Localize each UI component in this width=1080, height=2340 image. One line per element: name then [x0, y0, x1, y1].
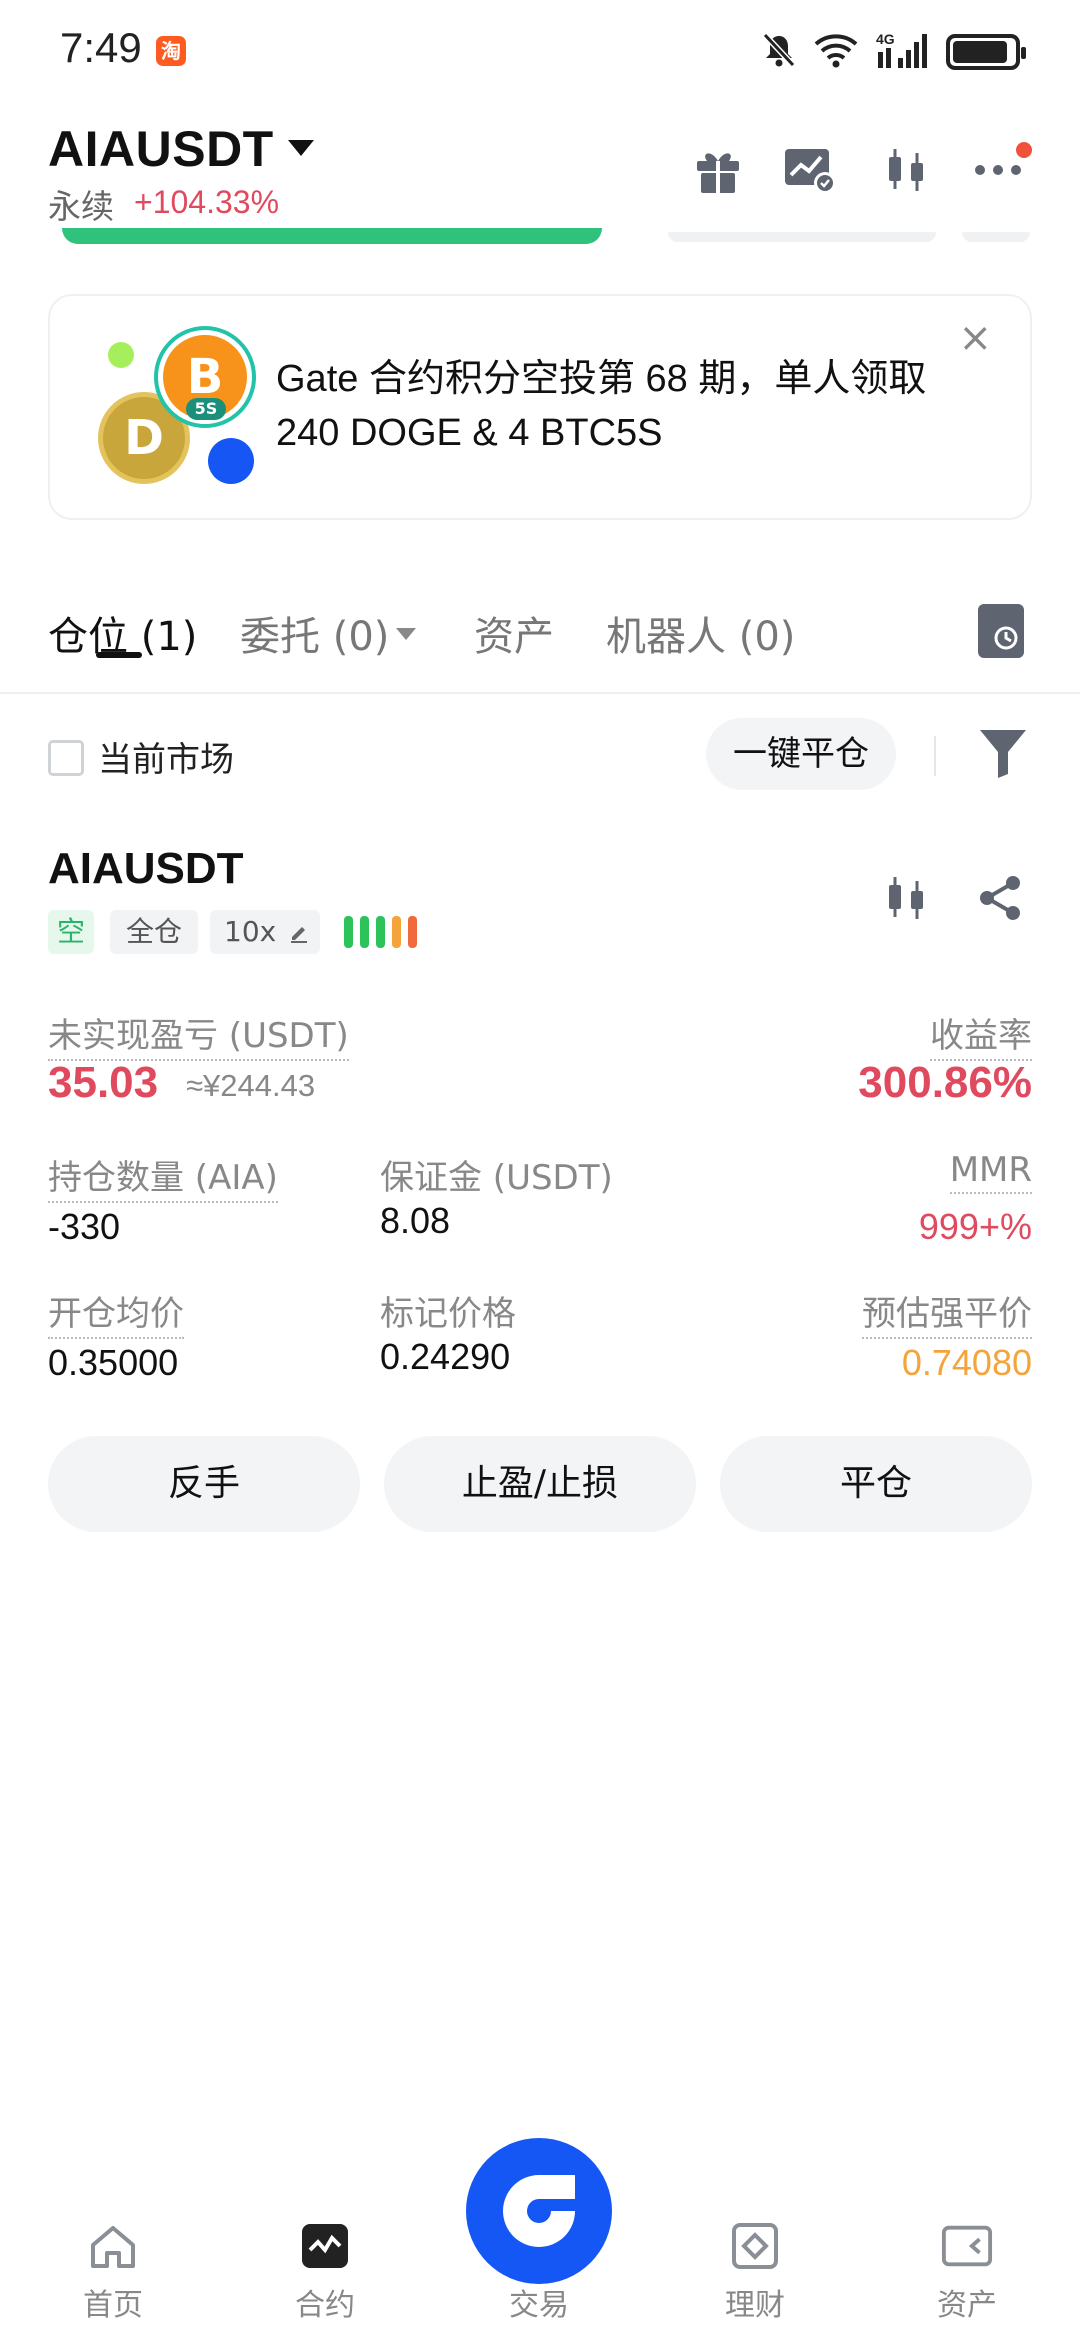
nav-home-label: 首页	[83, 2288, 143, 2323]
nav-wallet-label: 资产	[937, 2288, 997, 2323]
gift-icon[interactable]	[688, 140, 748, 200]
candlestick-chart-icon[interactable]	[876, 140, 936, 200]
price-change-percent: +104.33%	[134, 184, 280, 220]
caret-down-icon[interactable]	[288, 140, 314, 156]
nav-earn[interactable]: 理财	[680, 2220, 830, 2324]
taobao-notification-icon: 淘	[156, 36, 186, 66]
btc5s-tag: 5S	[186, 398, 226, 420]
tp-sl-button[interactable]: 止盈/止损	[384, 1436, 696, 1532]
network-type-label: 4G	[876, 31, 895, 47]
nav-earn-label: 理财	[725, 2288, 785, 2323]
decor-bubble-green	[108, 342, 134, 368]
position-chart-icon[interactable]	[876, 868, 936, 928]
tab-positions-count: (1)	[140, 614, 198, 660]
status-time: 7:49	[60, 24, 142, 71]
tab-active-indicator	[96, 652, 142, 658]
leverage-badge[interactable]: 10x	[210, 910, 320, 954]
tab-orders[interactable]: 委托 (0)	[240, 604, 389, 662]
wallet-icon	[941, 2220, 993, 2272]
battery-icon	[946, 34, 1026, 70]
liquidation-price-value: 0.74080	[901, 1342, 1032, 1383]
liquidation-price-label[interactable]: 预估强平价	[862, 1286, 1032, 1339]
mark-price-value: 0.24290	[380, 1336, 511, 1377]
unrealized-pnl-value: 35.03	[48, 1058, 159, 1107]
scrolled-green-bar	[62, 228, 602, 244]
futures-icon	[299, 2220, 351, 2272]
home-icon	[87, 2220, 139, 2272]
tab-orders-count: (0)	[332, 614, 390, 660]
scrolled-gray-chip-2	[962, 232, 1030, 242]
roe-label[interactable]: 收益率	[930, 1008, 1032, 1061]
position-size-label[interactable]: 持仓数量 (AIA)	[48, 1150, 278, 1203]
side-badge: 空	[48, 910, 94, 954]
tab-bots[interactable]: 机器人 (0)	[606, 604, 795, 662]
risk-bar	[360, 916, 369, 948]
risk-level-bars	[344, 916, 417, 948]
nav-home[interactable]: 首页	[38, 2220, 188, 2324]
decor-bubble-blue	[208, 438, 254, 484]
scrolled-gray-chip	[668, 232, 936, 242]
margin-mode-badge: 全仓	[110, 910, 198, 954]
mmr-value: 999+%	[918, 1206, 1032, 1247]
close-position-button[interactable]: 平仓	[720, 1436, 1032, 1532]
risk-bar	[376, 916, 385, 948]
history-document-icon[interactable]	[978, 604, 1024, 658]
risk-bar	[344, 916, 353, 948]
mark-price-label: 标记价格	[380, 1294, 516, 1334]
mute-icon	[762, 32, 796, 72]
current-market-checkbox[interactable]	[48, 740, 84, 776]
notification-dot	[1016, 142, 1032, 158]
entry-price-value: 0.35000	[48, 1342, 179, 1383]
wifi-icon	[814, 32, 858, 72]
nav-trade[interactable]: 交易	[464, 2272, 614, 2324]
filter-divider	[934, 736, 936, 776]
trade-icon	[503, 2175, 575, 2247]
nav-wallet[interactable]: 资产	[892, 2220, 1042, 2324]
cellular-signal-icon: 4G	[876, 30, 928, 74]
pnl-analysis-icon[interactable]	[780, 140, 840, 200]
nav-futures-label: 合约	[295, 2288, 355, 2323]
margin-label: 保证金 (USDT)	[380, 1158, 613, 1198]
nav-trade-label: 交易	[509, 2288, 569, 2323]
reverse-button[interactable]: 反手	[48, 1436, 360, 1532]
tab-bots-count: (0)	[738, 614, 796, 660]
pair-selector[interactable]: AIAUSDT	[48, 120, 274, 178]
current-market-label[interactable]: 当前市场	[98, 732, 234, 781]
tabs-divider	[0, 692, 1080, 694]
edit-icon[interactable]	[289, 923, 309, 943]
tab-bots-label: 机器人	[606, 614, 726, 660]
nav-futures[interactable]: 合约	[250, 2220, 400, 2324]
close-all-button[interactable]: 一键平仓	[706, 718, 896, 790]
risk-bar	[392, 916, 401, 948]
tab-orders-label: 委托	[240, 614, 320, 660]
entry-price-label[interactable]: 开仓均价	[48, 1286, 184, 1339]
position-symbol[interactable]: AIAUSDT	[48, 844, 244, 894]
promo-banner-text[interactable]: Gate 合约积分空投第 68 期，单人领取 240 DOGE & 4 BTC5…	[276, 352, 966, 460]
position-size-value: -330	[48, 1206, 121, 1247]
tab-assets[interactable]: 资产	[474, 604, 554, 662]
share-icon[interactable]	[970, 868, 1030, 928]
trade-fab-button[interactable]	[466, 2138, 612, 2284]
risk-bar	[408, 916, 417, 948]
orders-caret-down-icon[interactable]	[396, 628, 416, 640]
contract-type-label: 永续	[48, 187, 114, 226]
margin-value: 8.08	[380, 1200, 451, 1241]
status-icons: 4G	[762, 30, 1026, 74]
close-icon[interactable]: ×	[958, 318, 992, 358]
unrealized-pnl-label[interactable]: 未实现盈亏 (USDT)	[48, 1008, 349, 1061]
roe-value: 300.86%	[858, 1058, 1032, 1107]
leverage-value: 10x	[224, 915, 277, 948]
mmr-label[interactable]: MMR	[949, 1150, 1032, 1194]
earn-icon	[729, 2220, 781, 2272]
filter-icon[interactable]	[978, 728, 1028, 780]
unrealized-pnl-cny: ≈¥244.43	[186, 1068, 316, 1103]
